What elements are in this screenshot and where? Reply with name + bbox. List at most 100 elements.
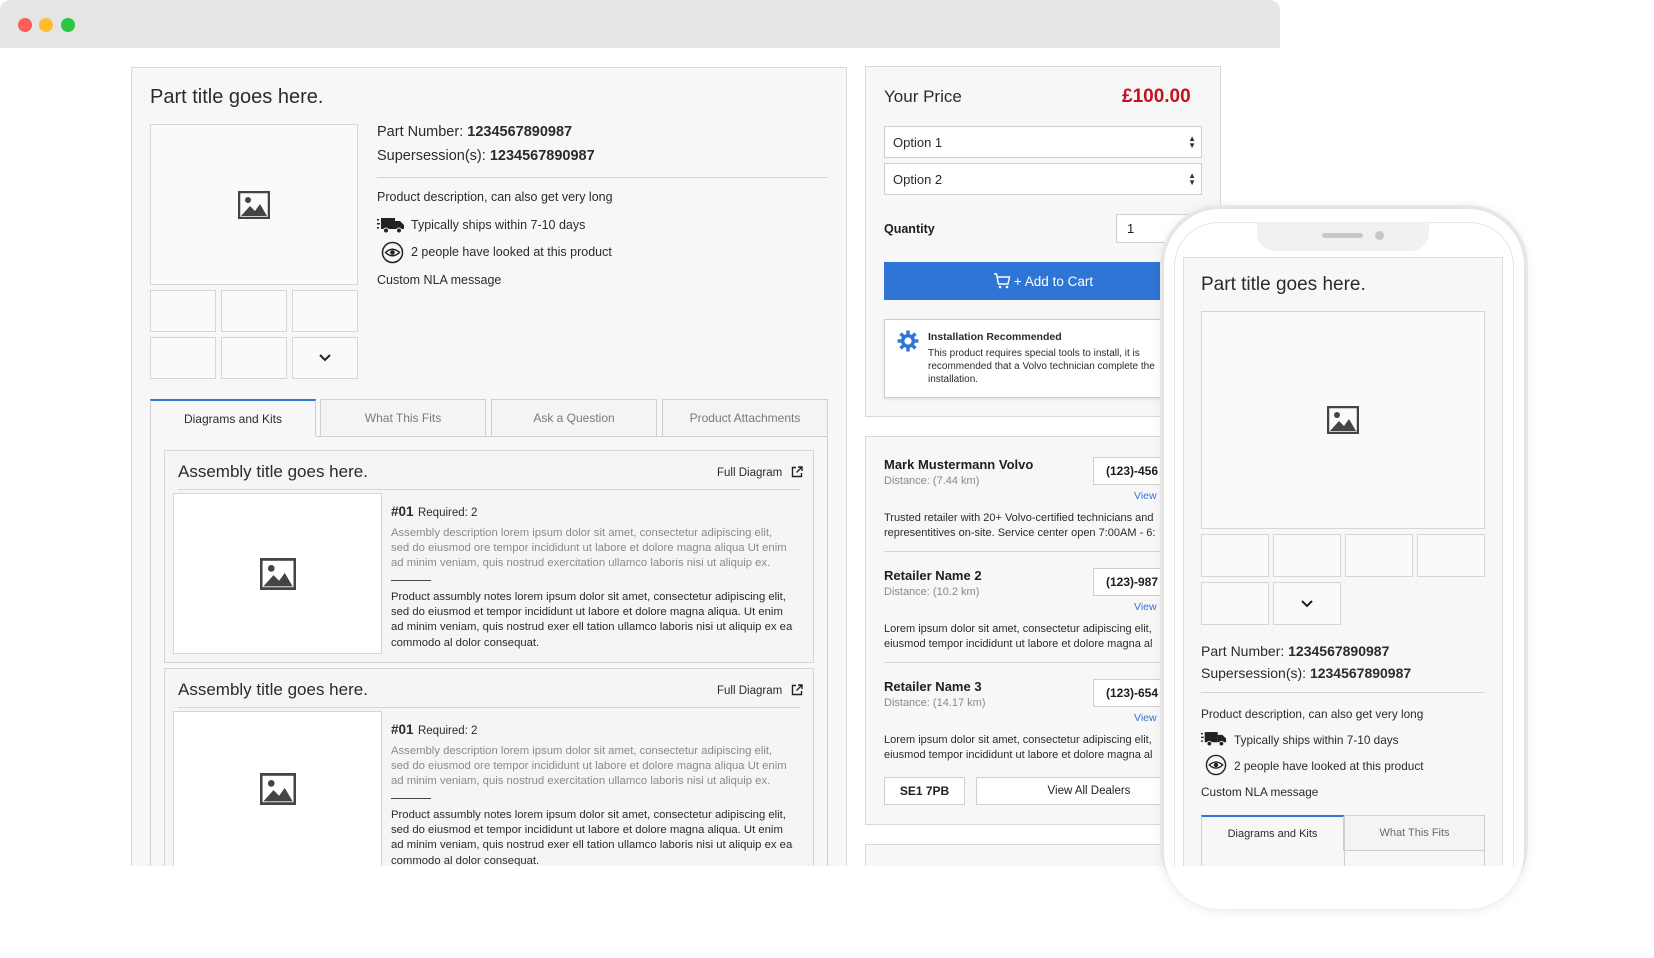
dealer-description-line: Lorem ipsum dolor sit amet, consectetur … <box>884 623 1152 635</box>
more-thumbnails-button[interactable] <box>292 337 358 379</box>
tab-content-border-right <box>827 436 828 866</box>
mobile-tab-diagrams-and-kits[interactable]: Diagrams and Kits <box>1201 815 1344 851</box>
dealer-description-line: Trusted retailer with 20+ Volvo-certifie… <box>884 512 1154 524</box>
image-icon <box>238 190 270 219</box>
chevron-down-icon <box>1301 599 1313 607</box>
supersession-value: 1234567890987 <box>489 148 595 164</box>
full-diagram-link[interactable]: Full Diagram <box>717 684 804 697</box>
option-2-select[interactable]: Option 2 ▲ ▼ <box>884 163 1202 195</box>
divider <box>377 177 828 178</box>
assembly-description-line: sed do eiusmod ore tempor incididunt ut … <box>391 542 787 555</box>
minimize-window-dot[interactable] <box>39 18 53 32</box>
truck-icon <box>1201 732 1227 747</box>
option-1-value: Option 1 <box>893 134 943 150</box>
gear-icon <box>897 330 919 352</box>
dealer-name[interactable]: Mark Mustermann Volvo <box>884 457 1033 472</box>
assembly-description-line: Assembly description lorem ipsum dolor s… <box>391 745 773 757</box>
mobile-product-description: Product description, can also get very l… <box>1201 707 1424 721</box>
cart-icon <box>993 273 1011 289</box>
installation-text-line: installation. <box>928 374 979 385</box>
dealer-description-line: eiusmod tempor incididunt ut labore et d… <box>884 637 1153 650</box>
assembly-notes-line: Product assumbly notes lorem ipsum dolor… <box>391 809 786 821</box>
dealer-description: Trusted retailer with 20+ Volvo-certifie… <box>884 511 1155 540</box>
close-window-dot[interactable] <box>18 18 32 32</box>
part-number: Part Number: 1234567890987 <box>377 124 572 140</box>
dealer-description-line: representitives on-site. Service center … <box>884 526 1156 539</box>
product-thumbnail[interactable] <box>292 290 358 332</box>
product-thumbnail[interactable] <box>150 290 216 332</box>
mobile-part-number-value: 1234567890987 <box>1288 643 1390 659</box>
tab-ask-a-question[interactable]: Ask a Question <box>491 399 657 436</box>
tab-what-this-fits[interactable]: What This Fits <box>320 399 486 436</box>
select-arrows-icon: ▲ ▼ <box>1188 171 1196 187</box>
mobile-part-number: Part Number: 1234567890987 <box>1201 643 1389 659</box>
assembly-title: Assembly title goes here. <box>178 462 368 481</box>
dealer-name[interactable]: Retailer Name 2 <box>884 568 982 583</box>
installation-title: Installation Recommended <box>928 331 1062 343</box>
assembly-item-number: #01 <box>391 504 414 519</box>
phone-camera <box>1375 231 1384 240</box>
assembly-description: Assembly description lorem ipsum dolor s… <box>391 526 811 572</box>
full-diagram-label: Full Diagram <box>717 685 783 697</box>
quantity-value: 1 <box>1127 221 1135 236</box>
full-diagram-link[interactable]: Full Diagram <box>717 466 804 479</box>
mobile-tab-content-divider <box>1344 851 1345 866</box>
assembly-divider <box>178 489 800 490</box>
dealer-view-link[interactable]: View <box>1134 601 1157 613</box>
assembly-description-line: sed do eiusmod ore tempor incididunt ut … <box>391 760 787 773</box>
supersession-label: Supersession(s): <box>377 148 486 164</box>
mobile-tab-what-this-fits[interactable]: What This Fits <box>1344 815 1485 851</box>
option-1-select[interactable]: Option 1 ▲ ▼ <box>884 126 1202 158</box>
mobile-thumbnail[interactable] <box>1201 534 1269 577</box>
external-link-icon <box>792 684 804 696</box>
mobile-thumbnail[interactable] <box>1273 534 1341 577</box>
views-info: 2 people have looked at this product <box>411 245 612 259</box>
assembly-description: Assembly description lorem ipsum dolor s… <box>391 744 811 790</box>
option-2-value: Option 2 <box>893 171 943 187</box>
assembly-description-line: Assembly description lorem ipsum dolor s… <box>391 527 773 539</box>
assembly-notes-line: ad minim veniam, quis nostrud exer ell t… <box>391 839 793 852</box>
shipping-info: Typically ships within 7-10 days <box>411 218 586 232</box>
maximize-window-dot[interactable] <box>61 18 75 32</box>
tab-diagrams-and-kits[interactable]: Diagrams and Kits <box>150 399 316 436</box>
add-to-cart-button[interactable]: + Add to Cart <box>884 262 1202 300</box>
phone-speaker <box>1322 233 1363 238</box>
browser-titlebar <box>0 0 1280 48</box>
mobile-thumbnail[interactable] <box>1417 534 1485 577</box>
part-number-value: 1234567890987 <box>467 124 573 140</box>
dealer-description-line: eiusmod tempor incididunt ut labore et d… <box>884 748 1153 761</box>
assembly-image[interactable] <box>173 493 382 654</box>
assembly-notes-line: commodo al dolor consequat. <box>391 636 540 649</box>
product-thumbnail[interactable] <box>150 337 216 379</box>
assembly-image[interactable] <box>173 711 382 866</box>
dealer-phone: (123)-654 <box>1106 686 1159 700</box>
mobile-part-number-label: Part Number: <box>1201 643 1285 659</box>
dealer-name[interactable]: Retailer Name 3 <box>884 679 982 694</box>
mobile-main-image[interactable] <box>1201 311 1485 529</box>
external-link-icon <box>792 466 804 478</box>
full-diagram-label: Full Diagram <box>717 467 783 479</box>
dealer-distance: Distance: (7.44 km) <box>884 475 980 487</box>
mobile-thumbnail[interactable] <box>1345 534 1413 577</box>
dealer-phone: (123)-456 <box>1106 464 1159 478</box>
postcode-input[interactable]: SE1 7PB <box>884 777 965 805</box>
dealer-view-link[interactable]: View <box>1134 490 1157 502</box>
dealer-view-link[interactable]: View <box>1134 712 1157 724</box>
assembly-title: Assembly title goes here. <box>178 680 368 699</box>
mobile-tab-content-border <box>1201 851 1485 866</box>
product-thumbnail[interactable] <box>221 290 287 332</box>
truck-icon <box>377 218 404 234</box>
assembly-description-line: ad minim veniam, quis nostrud exercitati… <box>391 775 771 788</box>
product-thumbnail[interactable] <box>221 337 287 379</box>
product-description: Product description, can also get very l… <box>377 190 613 204</box>
assembly-divider <box>178 707 800 708</box>
assembly-required: Required: 2 <box>417 507 478 519</box>
tab-product-attachments[interactable]: Product Attachments <box>662 399 828 436</box>
mobile-more-thumbnails-button[interactable] <box>1273 582 1341 625</box>
eye-icon <box>1205 754 1227 776</box>
product-main-image[interactable] <box>150 124 358 285</box>
mobile-thumbnail[interactable] <box>1201 582 1269 625</box>
eye-icon <box>381 241 404 264</box>
price-value: £100.00 <box>1122 86 1191 107</box>
chevron-down-icon <box>319 354 331 362</box>
